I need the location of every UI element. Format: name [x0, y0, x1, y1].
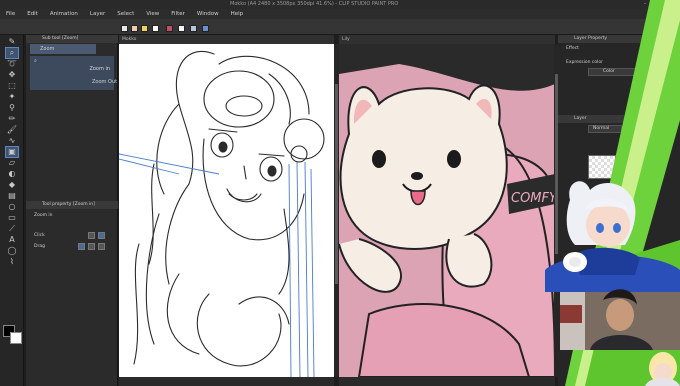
tab-mokko[interactable]: Mokko [119, 35, 334, 44]
color-swatch[interactable] [190, 25, 197, 32]
gradient-tool-icon[interactable]: ▤ [6, 191, 18, 201]
color-swatch[interactable] [166, 25, 173, 32]
property-click: Click [30, 231, 118, 240]
pen-tool-icon[interactable]: ✎ [6, 37, 18, 47]
property-label: Drag [34, 244, 45, 249]
decoration-tool-icon[interactable]: ▣ [5, 146, 19, 158]
tool-palette: ✎ ⌕ ➰ ✥ ⬚ ✦ ⚲ ✏ 🖌 ∿ ▣ ▱ ◐ ◆ ▤ ○ ▭ ⟋ A ◯ … [0, 35, 24, 386]
window-title: Mokko (A4 2480 x 3508px 350dpi 41.6%) - … [230, 1, 399, 7]
minimize-button[interactable]: – [640, 0, 650, 9]
option-button[interactable] [98, 232, 105, 239]
sub-tool-item-zoom-out[interactable]: Zoom Out [30, 77, 122, 87]
frame-tool-icon[interactable]: ▭ [6, 213, 18, 223]
sketch-artwork [119, 50, 325, 377]
fill-tool-icon[interactable]: ◆ [6, 180, 18, 190]
close-button[interactable]: ✕ [664, 0, 674, 9]
menu-window[interactable]: Window [191, 9, 225, 19]
sub-tool-item-zoom[interactable]: Zoom [30, 44, 96, 54]
wand-tool-icon[interactable]: ✦ [6, 92, 18, 102]
zoom-tool-icon[interactable]: ⌕ [5, 47, 19, 59]
canvas-sketch[interactable] [119, 44, 334, 377]
menu-help[interactable]: Help [225, 9, 250, 19]
menu-animation[interactable]: Animation [44, 9, 84, 19]
sub-tool-title: Sub tool [Zoom] [26, 35, 118, 43]
color-swatch[interactable] [178, 25, 185, 32]
correct-line-tool-icon[interactable]: ⌇ [6, 257, 18, 267]
status-bar-right [339, 377, 555, 386]
expression-color-label: Expression color [566, 60, 603, 65]
clip-studio-window: Mokko (A4 2480 x 3508px 350dpi 41.6%) - … [0, 0, 680, 386]
title-bar: Mokko (A4 2480 x 3508px 350dpi 41.6%) - … [0, 0, 680, 9]
option-button[interactable] [98, 243, 105, 250]
airbrush-tool-icon[interactable]: ∿ [6, 136, 18, 146]
sub-tool-label: Zoom in [89, 66, 110, 72]
selection-tool-icon[interactable]: ⬚ [6, 81, 18, 91]
right-panel: Layer Property Effect Expression color C… [558, 35, 680, 386]
brush-tool-icon[interactable]: 🖌 [6, 125, 18, 135]
sub-color[interactable] [10, 332, 22, 344]
menu-filter[interactable]: Filter [165, 9, 191, 19]
status-bar-left [119, 377, 334, 386]
sub-tool-panel: Sub tool [Zoom] Zoom ⌕ Zoom in Zoom Out … [26, 35, 118, 386]
menu-edit[interactable]: Edit [21, 9, 44, 19]
option-button[interactable] [88, 243, 95, 250]
layer-thumbnail[interactable] [588, 155, 616, 179]
color-indicator[interactable] [3, 325, 23, 345]
ruler-tool-icon[interactable]: ⟋ [6, 224, 18, 234]
tool-property-title: Tool property [Zoom in] [26, 201, 118, 209]
maximize-button[interactable]: ☐ [652, 0, 662, 9]
menu-select[interactable]: Select [111, 9, 140, 19]
color-swatch[interactable] [141, 25, 148, 32]
blend-mode-select[interactable]: Normal [588, 125, 622, 133]
balloon-tool-icon[interactable]: ◯ [6, 246, 18, 256]
figure-tool-icon[interactable]: ○ [6, 202, 18, 212]
color-swatch[interactable] [202, 25, 209, 32]
command-bar [0, 19, 680, 35]
property-label: Click [34, 233, 45, 238]
magnifier-icon: ⌕ [34, 58, 37, 64]
shirt-text: COMFY [511, 191, 555, 206]
canvas-color[interactable]: COMFY [339, 44, 555, 377]
eraser-tool-icon[interactable]: ▱ [6, 158, 18, 168]
option-button[interactable] [88, 232, 95, 239]
effect-label: Effect [566, 46, 579, 51]
text-tool-icon[interactable]: A [6, 235, 18, 245]
eyedropper-tool-icon[interactable]: ⚲ [6, 103, 18, 113]
blend-tool-icon[interactable]: ◐ [6, 169, 18, 179]
tab-lily[interactable]: Lily [339, 35, 555, 44]
dog-artwork: COMFY [339, 44, 555, 377]
color-swatch[interactable] [121, 25, 128, 32]
layer-opacity: 100 [620, 159, 629, 164]
menu-bar: File Edit Animation Layer Select View Fi… [0, 9, 680, 19]
pencil-tool-icon[interactable]: ✏ [6, 114, 18, 124]
color-swatch[interactable] [131, 25, 138, 32]
option-button[interactable] [78, 243, 85, 250]
layer-property-title: Layer Property [558, 35, 680, 43]
lasso-tool-icon[interactable]: ➰ [6, 59, 18, 69]
expression-color-select[interactable]: Color [588, 68, 648, 76]
menu-layer[interactable]: Layer [84, 9, 111, 19]
menu-view[interactable]: View [140, 9, 165, 19]
color-swatch[interactable] [152, 25, 159, 32]
layer-title: Layer [558, 115, 680, 123]
property-drag: Drag [30, 242, 118, 251]
menu-file[interactable]: File [0, 9, 21, 19]
move-tool-icon[interactable]: ✥ [6, 70, 18, 80]
tool-property-name: Zoom in [34, 213, 53, 218]
